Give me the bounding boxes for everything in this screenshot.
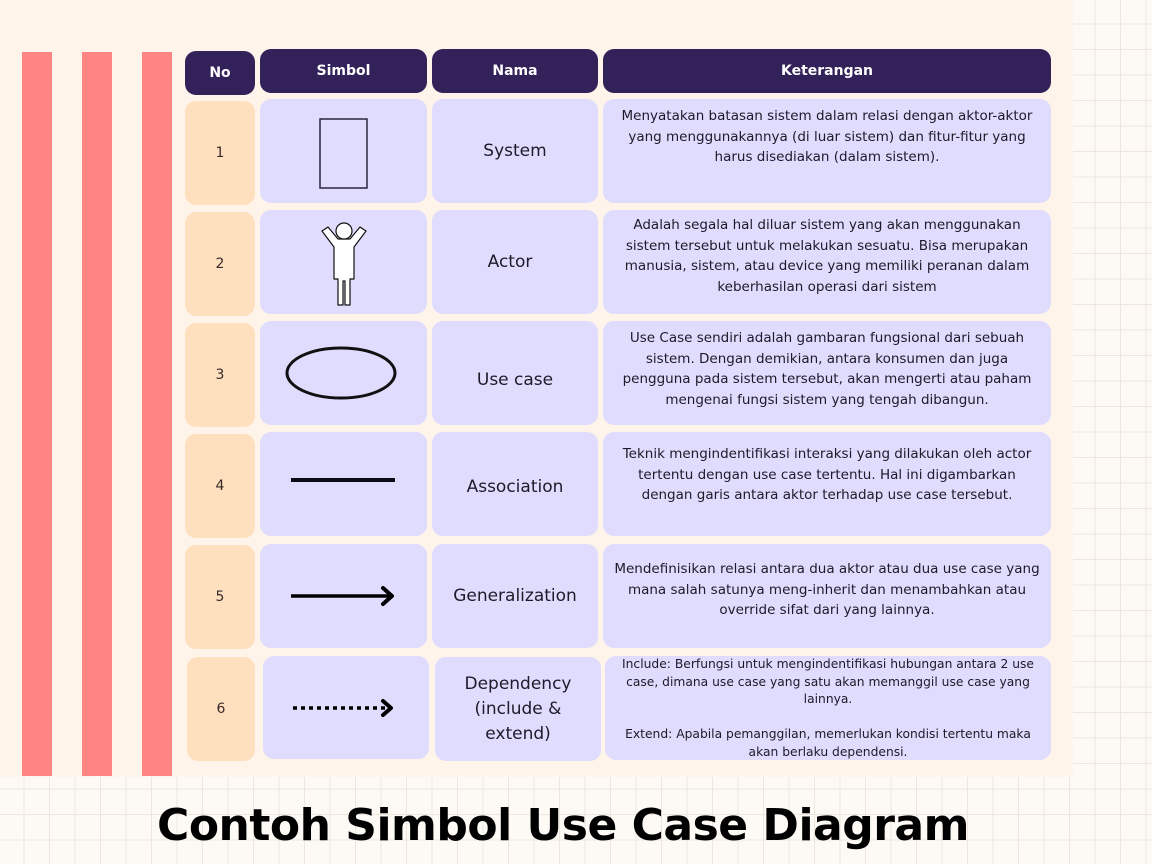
decorative-stripe xyxy=(82,52,112,776)
row-4-symbol xyxy=(260,432,427,536)
row-2-number: 2 xyxy=(185,212,255,316)
system-boundary-rectangle-icon xyxy=(318,118,368,189)
row-5-description: Mendefinisikan relasi antara dua aktor a… xyxy=(603,544,1051,648)
header-name: Nama xyxy=(432,49,598,93)
row-4-number: 4 xyxy=(185,434,255,538)
row-3-symbol xyxy=(260,321,427,425)
actor-stick-figure-icon xyxy=(320,222,367,306)
row-2-name: Actor xyxy=(432,210,598,314)
row-3-description: Use Case sendiri adalah gambaran fungsio… xyxy=(603,321,1051,425)
header-symbol: Simbol xyxy=(260,49,427,93)
row-6-description: Include: Berfungsi untuk mengindentifika… xyxy=(605,656,1051,760)
generalization-arrow-icon xyxy=(290,586,394,606)
page-title: Contoh Simbol Use Case Diagram xyxy=(157,800,969,851)
row-6-name: Dependency (include & extend) xyxy=(435,657,601,761)
row-4-description: Teknik mengindentifikasi interaksi yang … xyxy=(603,432,1051,536)
row-1-symbol xyxy=(260,99,427,203)
header-description: Keterangan xyxy=(603,49,1051,93)
dependency-dotted-arrow-icon xyxy=(293,698,393,717)
row-5-name: Generalization xyxy=(432,544,598,648)
decorative-stripe xyxy=(22,52,52,776)
use-case-ellipse-icon xyxy=(285,346,396,400)
row-5-number: 5 xyxy=(185,545,255,649)
row-2-symbol xyxy=(260,210,427,314)
row-2-description: Adalah segala hal diluar sistem yang aka… xyxy=(603,210,1051,314)
decorative-stripe xyxy=(142,52,172,776)
header-no: No xyxy=(185,51,255,95)
row-3-number: 3 xyxy=(185,323,255,427)
row-5-symbol xyxy=(260,544,427,648)
row-1-name: System xyxy=(432,99,598,203)
association-line-icon xyxy=(290,478,395,482)
row-6-number: 6 xyxy=(187,657,255,761)
row-1-number: 1 xyxy=(185,101,255,205)
row-4-name: Association xyxy=(432,432,598,536)
row-1-description: Menyatakan batasan sistem dalam relasi d… xyxy=(603,99,1051,203)
row-3-name: Use case xyxy=(432,321,598,425)
row-6-symbol xyxy=(263,656,429,759)
